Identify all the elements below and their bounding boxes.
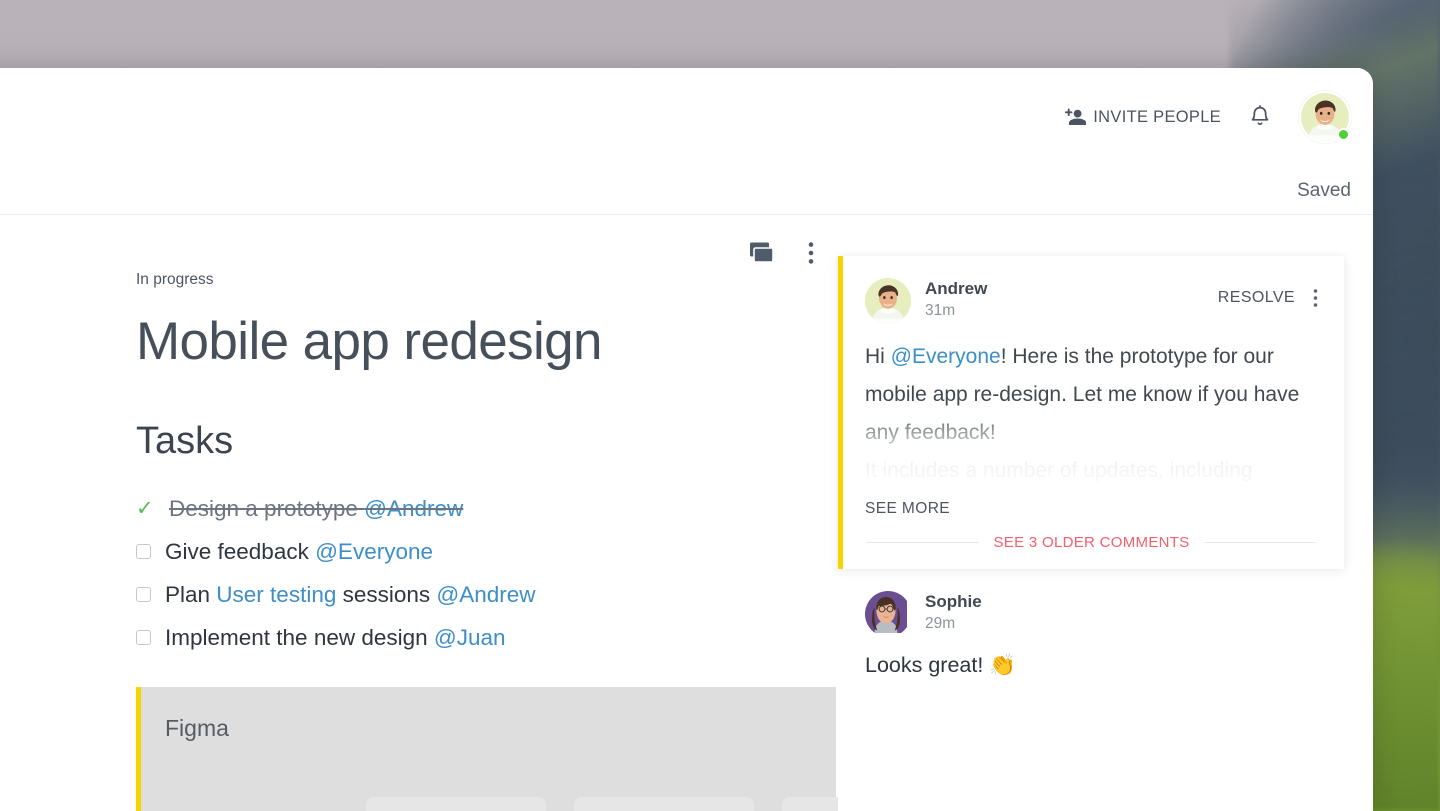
comment-actions: RESOLVE: [1218, 278, 1318, 308]
tasks-heading: Tasks: [136, 420, 234, 462]
comment-meta: Sophie 29m: [925, 591, 1318, 633]
figma-placeholder-2: [574, 797, 754, 811]
invite-people-label: INVITE PEOPLE: [1093, 107, 1221, 126]
comment-header: Andrew 31m RESOLVE: [865, 278, 1318, 324]
task-item[interactable]: ✓ Design a prototype @Andrew: [136, 487, 838, 530]
text-run: Plan: [165, 581, 217, 607]
kebab-menu-icon[interactable]: [808, 241, 814, 265]
user-avatar[interactable]: [1299, 91, 1351, 143]
figma-placeholder-1: [366, 797, 546, 811]
task-label: Give feedback @Everyone: [165, 539, 433, 565]
app-window: INVITE PEOPLE Saved In progress Mobile a…: [0, 68, 1373, 811]
page-title: Mobile app redesign: [136, 312, 603, 371]
comment-meta: Andrew 31m: [925, 278, 1204, 320]
comment-card[interactable]: Sophie 29m Looks great! 👏: [838, 569, 1344, 678]
comment-truncated-text: It includes a number of updates, includi…: [865, 459, 1253, 482]
divider-rule-left: [867, 542, 980, 543]
resolve-button[interactable]: RESOLVE: [1218, 289, 1295, 307]
inline-link[interactable]: User testing: [216, 582, 336, 607]
invite-people-button[interactable]: INVITE PEOPLE: [1065, 108, 1221, 127]
kebab-menu-icon[interactable]: [1313, 288, 1318, 308]
see-older-comments-button[interactable]: SEE 3 OLDER COMMENTS: [993, 534, 1189, 551]
task-label: Implement the new design @Juan: [165, 625, 506, 651]
topbar-actions: INVITE PEOPLE: [1065, 91, 1351, 143]
mention-chip[interactable]: @Everyone: [891, 345, 1001, 368]
figma-embed-label: Figma: [165, 715, 229, 741]
comment-author: Andrew: [925, 279, 988, 298]
text-run: Design a prototype: [169, 495, 365, 521]
comment-timestamp: 31m: [925, 302, 956, 319]
comment-card-active[interactable]: Andrew 31m RESOLVE Hi @Everyone! Here is…: [838, 256, 1344, 569]
task-item[interactable]: Plan User testing sessions @Andrew: [136, 573, 838, 616]
mention-chip[interactable]: @Everyone: [315, 539, 433, 564]
person-add-icon: [1065, 108, 1087, 127]
text-run: sessions: [336, 581, 437, 607]
app-topbar: INVITE PEOPLE Saved: [0, 68, 1373, 215]
divider-rule-right: [1203, 542, 1317, 543]
text-run: Implement the new design: [165, 624, 434, 650]
task-item[interactable]: Give feedback @Everyone: [136, 530, 838, 573]
figma-placeholder-3: [782, 797, 838, 811]
task-checkbox[interactable]: [136, 544, 151, 559]
older-comments-divider: SEE 3 OLDER COMMENTS: [865, 534, 1318, 551]
avatar: [865, 278, 911, 324]
online-status-dot: [1337, 128, 1350, 141]
text-run: Hi: [865, 345, 891, 368]
comments-pane: Andrew 31m RESOLVE Hi @Everyone! Here is…: [838, 215, 1373, 811]
task-label: Plan User testing sessions @Andrew: [165, 582, 536, 608]
comment-bubble-icon[interactable]: [750, 242, 774, 264]
comment-body: Hi @Everyone! Here is the prototype for …: [865, 338, 1318, 490]
checkmark-icon[interactable]: ✓: [136, 498, 155, 519]
comment-header: Sophie 29m: [865, 591, 1318, 637]
see-more-button[interactable]: SEE MORE: [865, 500, 950, 518]
saved-status: Saved: [1297, 180, 1351, 201]
document-pane: In progress Mobile app redesign Tasks ✓ D…: [0, 215, 838, 811]
document-status: In progress: [136, 271, 214, 288]
task-checkbox[interactable]: [136, 587, 151, 602]
figma-embed[interactable]: Figma: [136, 687, 838, 811]
task-item[interactable]: Implement the new design @Juan: [136, 616, 838, 659]
mention-chip[interactable]: @Andrew: [436, 582, 535, 607]
mention-chip[interactable]: @Andrew: [364, 496, 463, 521]
task-checkbox[interactable]: [136, 630, 151, 645]
task-list: ✓ Design a prototype @Andrew Give feedback…: [136, 487, 838, 659]
bell-icon[interactable]: [1249, 105, 1271, 129]
content-area: In progress Mobile app redesign Tasks ✓ D…: [0, 215, 1373, 811]
text-run: Give feedback: [165, 538, 316, 564]
document-toolbar: [750, 241, 814, 265]
comment-author: Sophie: [925, 592, 982, 611]
task-label: Design a prototype @Andrew: [169, 496, 463, 522]
mention-chip[interactable]: @Juan: [434, 625, 506, 650]
avatar: [865, 591, 911, 637]
comment-timestamp: 29m: [925, 615, 956, 632]
comment-body: Looks great! 👏: [865, 653, 1017, 677]
